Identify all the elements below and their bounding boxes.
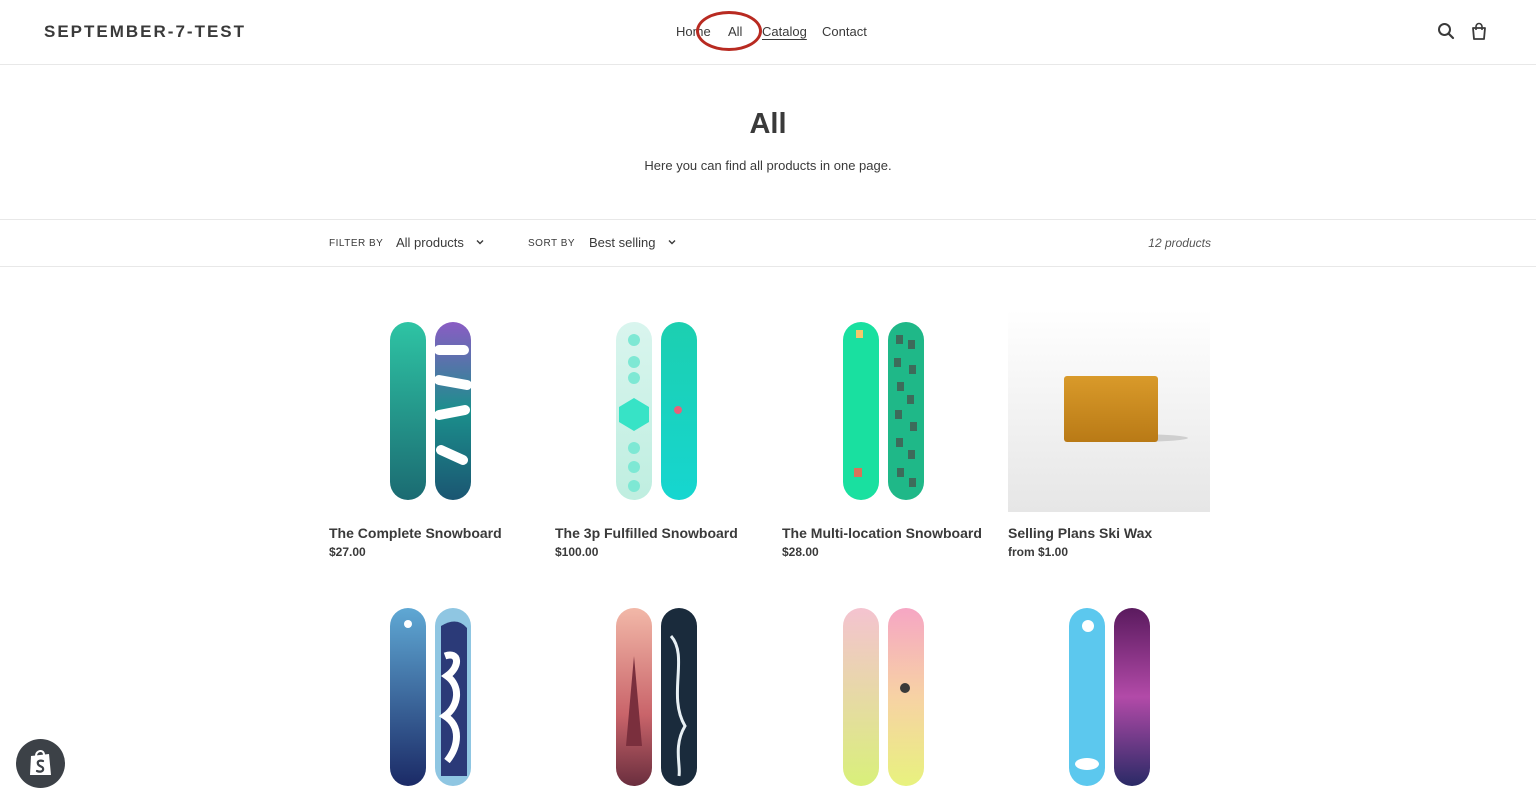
product-card[interactable] <box>329 596 531 798</box>
product-price: $28.00 <box>782 545 819 559</box>
product-card[interactable] <box>555 596 757 798</box>
product-price: $100.00 <box>555 545 599 559</box>
cart-icon[interactable] <box>1470 22 1490 42</box>
product-count: 12 products <box>1148 236 1211 250</box>
product-card[interactable]: Selling Plans Ski Wax from $1.00 <box>1008 310 1210 559</box>
nav-contact[interactable]: Contact <box>822 24 867 39</box>
product-title[interactable]: The Multi-location Snowboard <box>782 525 982 541</box>
chevron-down-icon[interactable] <box>667 237 677 247</box>
collection-description: Here you can find all products in one pa… <box>644 158 892 173</box>
filter-label: FILTER BY <box>329 238 384 249</box>
product-card[interactable] <box>1008 596 1210 798</box>
search-icon[interactable] <box>1437 22 1457 42</box>
shopify-bag-icon <box>30 750 51 775</box>
product-image[interactable] <box>329 596 531 798</box>
product-image[interactable] <box>782 596 984 798</box>
product-image[interactable] <box>1008 596 1210 798</box>
product-image[interactable] <box>555 596 757 798</box>
annotation-circle <box>696 11 762 51</box>
product-price: $27.00 <box>329 545 366 559</box>
product-card[interactable]: The Complete Snowboard $27.00 <box>329 310 531 559</box>
page-title: All <box>749 108 787 140</box>
shopify-badge[interactable] <box>16 739 65 788</box>
product-card[interactable]: The 3p Fulfilled Snowboard $100.00 <box>555 310 757 559</box>
product-image[interactable] <box>782 310 984 512</box>
nav-catalog[interactable]: Catalog <box>762 24 807 39</box>
product-image[interactable] <box>329 310 531 512</box>
product-title[interactable]: The Complete Snowboard <box>329 525 502 541</box>
product-title[interactable]: The 3p Fulfilled Snowboard <box>555 525 738 541</box>
product-image[interactable] <box>555 310 757 512</box>
sort-label: SORT BY <box>528 238 576 249</box>
sort-select[interactable]: Best selling <box>589 235 655 250</box>
product-card[interactable]: The Multi-location Snowboard $28.00 <box>782 310 984 559</box>
store-logo[interactable]: SEPTEMBER-7-TEST <box>44 22 246 42</box>
product-price: from $1.00 <box>1008 545 1069 559</box>
site-header: SEPTEMBER-7-TEST Home All Catalog Contac… <box>0 0 1536 65</box>
product-title[interactable]: Selling Plans Ski Wax <box>1008 525 1152 541</box>
product-card[interactable] <box>782 596 984 798</box>
collection-toolbar: FILTER BY All products SORT BY Best sell… <box>0 219 1536 267</box>
chevron-down-icon[interactable] <box>475 237 485 247</box>
filter-select[interactable]: All products <box>396 235 464 250</box>
product-image[interactable] <box>1008 310 1210 512</box>
